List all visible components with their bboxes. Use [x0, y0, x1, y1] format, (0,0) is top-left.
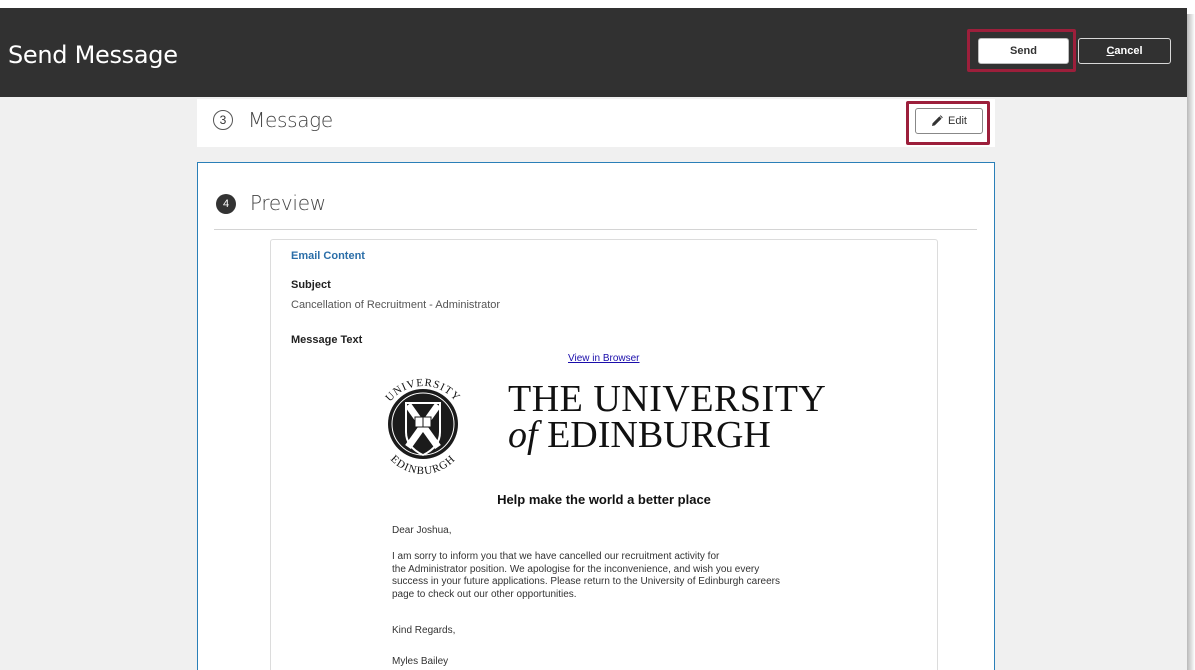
subject-value: Cancellation of Recruitment - Administra… [291, 299, 501, 311]
step-title: Preview [250, 191, 326, 215]
cancel-label-rest: ancel [1114, 45, 1143, 57]
page-header: Send Message Send Cancel [0, 8, 1187, 97]
step-number-badge: 4 [216, 194, 236, 214]
email-body-line: I am sorry to inform you that we have ca… [392, 551, 720, 562]
step-number-badge: 3 [213, 110, 233, 130]
section-divider [214, 229, 977, 230]
email-content-heading: Email Content [291, 250, 365, 262]
logo-of: of [508, 414, 538, 456]
step-title: Message [248, 108, 333, 132]
send-message-screen: Send Message Send Cancel 3 Message Edit … [0, 8, 1187, 670]
email-preview-card: Email Content Subject Cancellation of Re… [270, 239, 938, 670]
edit-button-label: Edit [948, 115, 967, 127]
window-shadow [1187, 14, 1195, 670]
step-preview-section: 4 Preview Email Content Subject Cancella… [197, 162, 995, 670]
university-crest-icon: UNIVERSITY EDINBURGH [383, 377, 461, 477]
send-button[interactable]: Send [978, 38, 1069, 64]
page-title: Send Message [8, 41, 178, 69]
view-in-browser-link[interactable]: View in Browser [568, 353, 640, 364]
edit-button[interactable]: Edit [915, 108, 983, 134]
email-body-line: the Administrator position. We apologise… [392, 563, 760, 575]
step-message-section: 3 Message [197, 99, 995, 147]
email-closing: Kind Regards, [392, 625, 456, 636]
pencil-icon [932, 115, 943, 126]
subject-label: Subject [291, 279, 331, 291]
message-text-label: Message Text [291, 334, 363, 346]
logo-edinburgh: EDINBURGH [547, 414, 771, 456]
logo-wordmark-line2: of EDINBURGH [508, 413, 771, 457]
cancel-button[interactable]: Cancel [1078, 38, 1171, 64]
email-greeting: Dear Joshua, [392, 525, 452, 536]
email-body-paragraph: I am sorry to inform you that we have ca… [392, 551, 832, 601]
email-body-line: page to check out our other opportunitie… [392, 588, 577, 600]
email-tagline: Help make the world a better place [497, 492, 711, 507]
email-signature: Myles Bailey [392, 656, 449, 667]
cancel-mnemonic: C [1106, 45, 1115, 57]
email-body-line: success in your future applications. Ple… [392, 576, 780, 587]
